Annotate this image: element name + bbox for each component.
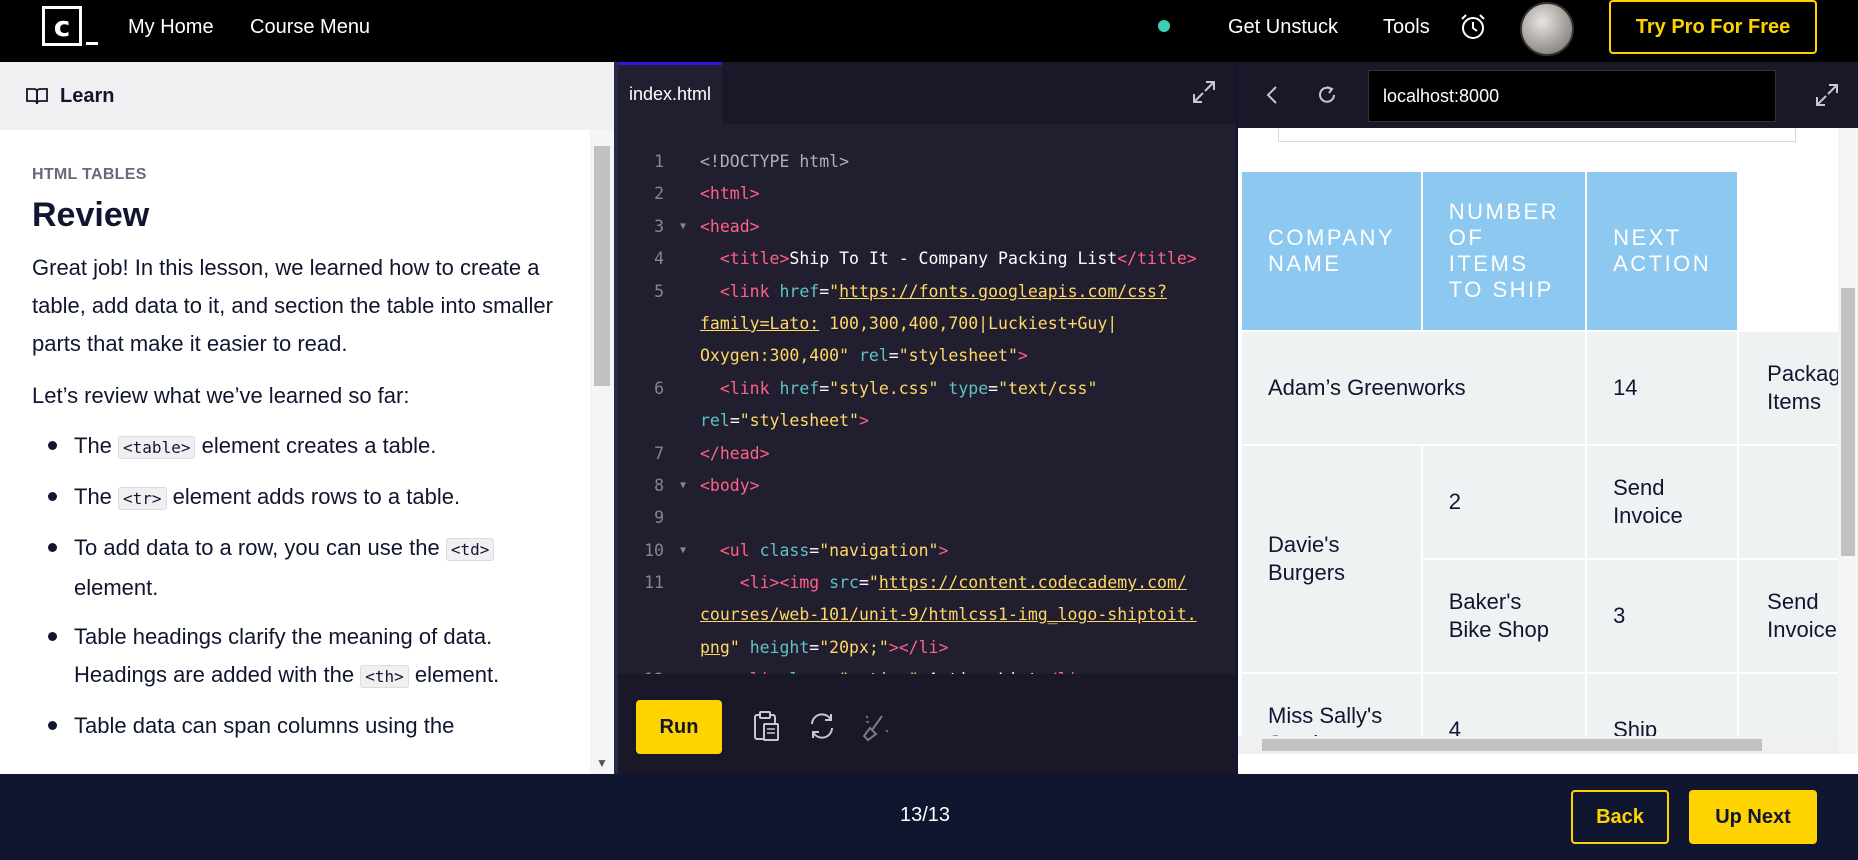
browser-preview: localhost:8000 COMPANY NAME NUMBER OF IT… bbox=[1238, 62, 1858, 774]
browser-vertical-scrollbar[interactable] bbox=[1838, 128, 1858, 754]
table-cell: Adam’s Greenworks bbox=[1239, 330, 1588, 446]
scroll-down-icon[interactable]: ▼ bbox=[596, 756, 608, 770]
table-cell: Send Invoice bbox=[1737, 558, 1838, 674]
course-menu-link[interactable]: Course Menu bbox=[250, 16, 370, 39]
clipboard-icon[interactable] bbox=[750, 710, 782, 742]
fold-icon: ▼ bbox=[680, 479, 687, 491]
list-item: The <tr> element adds rows to a table. bbox=[32, 478, 552, 518]
learn-panel: Learn HTML TABLES Review Great job! In t… bbox=[0, 62, 614, 774]
run-button[interactable]: Run bbox=[636, 700, 722, 754]
get-unstuck-link[interactable]: Get Unstuck bbox=[1228, 16, 1338, 39]
review-list: The <table> element creates a table. The… bbox=[32, 427, 582, 745]
browser-toolbar: localhost:8000 bbox=[1238, 62, 1858, 128]
fold-icon: ▼ bbox=[680, 220, 687, 232]
expand-icon[interactable] bbox=[1814, 82, 1840, 108]
lesson-title: Review bbox=[32, 196, 150, 234]
lesson-content: HTML TABLES Review Great job! In this le… bbox=[0, 166, 614, 745]
table-header-row: COMPANY NAME NUMBER OF ITEMS TO SHIP NEX… bbox=[1240, 170, 1838, 332]
inline-code: <tr> bbox=[118, 487, 167, 510]
top-nav: c My Home Course Menu Get Unstuck Tools … bbox=[0, 0, 1858, 62]
tab-index-html[interactable]: index.html bbox=[618, 62, 722, 124]
book-icon bbox=[26, 88, 48, 105]
up-next-button[interactable]: Up Next bbox=[1689, 790, 1817, 844]
learn-header: Learn bbox=[0, 62, 614, 130]
fold-icon: ▼ bbox=[680, 544, 687, 556]
header-items-to-ship: NUMBER OF ITEMS TO SHIP bbox=[1420, 170, 1588, 332]
bottom-bar: 13/13 Back Up Next bbox=[0, 774, 1858, 860]
back-button[interactable]: Back bbox=[1571, 790, 1669, 844]
try-pro-button[interactable]: Try Pro For Free bbox=[1609, 0, 1817, 54]
table-cell: 14 bbox=[1585, 330, 1740, 446]
scrollbar-thumb[interactable] bbox=[1841, 288, 1855, 556]
table-cell: 3 bbox=[1585, 558, 1740, 674]
list-item: Table headings clarify the meaning of da… bbox=[32, 618, 552, 696]
refresh-icon[interactable] bbox=[806, 710, 838, 742]
lesson-eyebrow: HTML TABLES bbox=[32, 166, 147, 183]
list-item: Table data can span columns using the bbox=[32, 707, 552, 745]
tools-link[interactable]: Tools bbox=[1383, 16, 1430, 39]
url-bar[interactable]: localhost:8000 bbox=[1368, 70, 1776, 122]
editor-toolbar: Run bbox=[618, 674, 1236, 774]
reload-icon[interactable] bbox=[1314, 82, 1340, 108]
logo-underscore bbox=[86, 42, 98, 45]
lesson-progress: 13/13 bbox=[900, 804, 951, 826]
header-next-action: NEXT ACTION bbox=[1585, 170, 1740, 332]
clean-broom-icon[interactable] bbox=[860, 710, 892, 742]
scrollbar-thumb[interactable] bbox=[594, 146, 610, 386]
expand-icon[interactable] bbox=[1190, 78, 1218, 106]
alarm-clock-icon[interactable] bbox=[1458, 12, 1488, 42]
table-cell: Send Invoice bbox=[1585, 444, 1740, 560]
learn-header-label: Learn bbox=[60, 84, 115, 107]
code-editor: index.html 1 <!DOCTYPE html> 2 <html> 3 ▼ <h… bbox=[618, 62, 1236, 774]
table-row: Adam’s Greenworks 14 Package Items bbox=[1239, 330, 1838, 446]
list-item: To add data to a row, you can use the <t… bbox=[32, 529, 552, 607]
table-row: Davie's Burgers 2 Send Invoice bbox=[1240, 444, 1838, 674]
page-viewport[interactable]: COMPANY NAME NUMBER OF ITEMS TO SHIP NEX… bbox=[1238, 128, 1838, 754]
list-item: The <table> element creates a table. bbox=[32, 427, 552, 467]
browser-horizontal-scrollbar[interactable] bbox=[1238, 736, 1838, 754]
inline-code: <table> bbox=[118, 436, 196, 459]
scrollbar-thumb[interactable] bbox=[1262, 739, 1762, 751]
avatar[interactable] bbox=[1520, 2, 1574, 56]
editor-tabbar: index.html bbox=[618, 62, 1236, 124]
my-home-link[interactable]: My Home bbox=[128, 16, 214, 39]
inline-code: <td> bbox=[445, 538, 495, 561]
lesson-intro: Great job! In this lesson, we learned ho… bbox=[32, 255, 553, 356]
table-cell: 2 bbox=[1420, 444, 1588, 560]
logo-box: c bbox=[42, 6, 82, 46]
code-area[interactable]: 1 <!DOCTYPE html> 2 <html> 3 ▼ <head> 4 <tit… bbox=[618, 146, 1236, 676]
learn-scrollbar[interactable]: ▼ bbox=[590, 130, 614, 774]
review-lead: Let’s review what we’ve learned so far: bbox=[32, 383, 410, 408]
back-arrow-icon[interactable] bbox=[1260, 82, 1286, 108]
inline-code: <th> bbox=[360, 665, 409, 688]
table-cell bbox=[1737, 444, 1838, 560]
page-box-edge bbox=[1278, 128, 1796, 142]
shipping-table: COMPANY NAME NUMBER OF ITEMS TO SHIP NEX… bbox=[1239, 170, 1838, 754]
header-company-name: COMPANY NAME bbox=[1240, 170, 1423, 332]
table-cell: Baker's Bike Shop bbox=[1420, 558, 1588, 674]
table-cell: Davie's Burgers bbox=[1240, 444, 1423, 674]
table-cell: Package Items bbox=[1737, 330, 1838, 446]
header-empty bbox=[1737, 170, 1838, 332]
status-dot bbox=[1158, 20, 1170, 32]
codecademy-logo[interactable]: c bbox=[40, 4, 98, 50]
